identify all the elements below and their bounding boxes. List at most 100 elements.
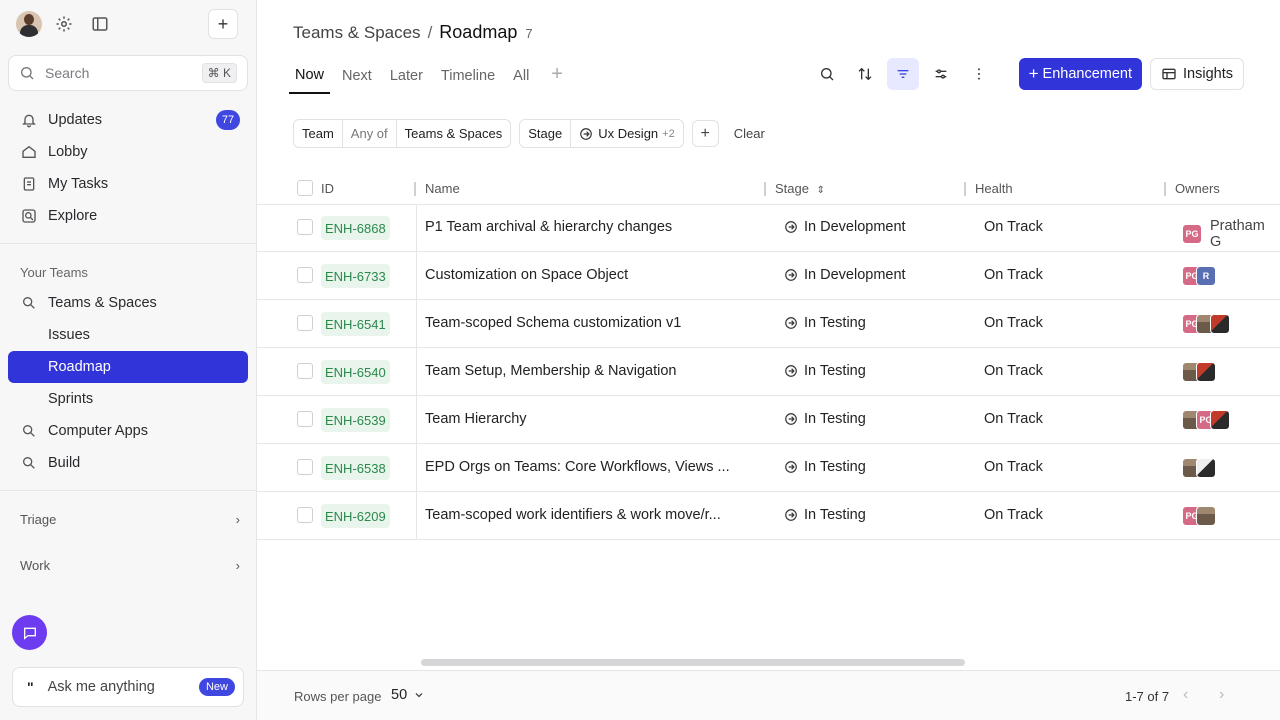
row-owners[interactable]: PG R [1182,266,1216,286]
row-health[interactable]: On Track [984,315,1043,331]
sidebar-item-computer-apps[interactable]: Computer Apps [8,415,248,447]
sort-icon[interactable] [849,58,881,90]
table-row[interactable]: ENH-6538 EPD Orgs on Teams: Core Workflo… [257,444,1280,492]
column-header-name[interactable]: Name [425,181,460,196]
tab-later[interactable]: Later [384,58,429,94]
next-page-button[interactable]: › [1219,686,1224,704]
user-avatar[interactable] [16,11,42,37]
table-row[interactable]: ENH-6209 Team-scoped work identifiers & … [257,492,1280,540]
row-stage[interactable]: In Development [784,219,906,235]
row-health[interactable]: On Track [984,507,1043,523]
table-row[interactable]: ENH-6539 Team Hierarchy In Testing On Tr… [257,396,1280,444]
row-stage[interactable]: In Testing [784,315,866,331]
tab-timeline[interactable]: Timeline [435,58,501,94]
tab-all[interactable]: All [507,58,535,94]
row-checkbox[interactable] [297,219,313,235]
sidebar-item-roadmap[interactable]: Roadmap [8,351,248,383]
column-resize-handle[interactable] [414,182,416,196]
row-health[interactable]: On Track [984,363,1043,379]
enhancement-id[interactable]: ENH-6868 [321,216,390,240]
column-header-health[interactable]: Health [975,181,1013,196]
settings-gear-icon[interactable] [50,10,78,38]
row-health[interactable]: On Track [984,459,1043,475]
column-header-owners[interactable]: Owners [1175,181,1220,196]
row-name[interactable]: Team-scoped Schema customization v1 [425,315,681,331]
select-all-checkbox[interactable] [297,180,313,196]
enhancement-id[interactable]: ENH-6539 [321,408,390,432]
table-row[interactable]: ENH-6733 Customization on Space Object I… [257,252,1280,300]
row-checkbox[interactable] [297,507,313,523]
column-header-id[interactable]: ID [321,181,334,196]
horizontal-scrollbar[interactable] [421,659,965,666]
team-filter-chip[interactable]: Team Any of Teams & Spaces [293,119,512,148]
row-health[interactable]: On Track [984,267,1043,283]
row-name[interactable]: Team Setup, Membership & Navigation [425,363,676,379]
enhancement-id[interactable]: ENH-6538 [321,456,390,480]
row-checkbox[interactable] [297,411,313,427]
sidebar-item-my-tasks[interactable]: My Tasks [8,168,248,200]
sidebar-item-updates[interactable]: Updates 77 [8,104,248,136]
column-header-stage[interactable]: Stage ⇕ [775,181,825,196]
rows-per-page-select[interactable]: 50 [391,687,425,703]
add-filter-button[interactable]: + [691,120,719,147]
add-view-button[interactable]: + [551,58,563,90]
row-stage[interactable]: In Testing [784,411,866,427]
tab-next[interactable]: Next [336,58,378,94]
enhancement-id[interactable]: ENH-6733 [321,264,390,288]
row-owners[interactable] [1182,362,1216,382]
column-resize-handle[interactable] [1164,182,1166,196]
enhancement-id[interactable]: ENH-6541 [321,312,390,336]
row-owners[interactable]: PG [1182,410,1230,430]
row-checkbox[interactable] [297,267,313,283]
table-row[interactable]: ENH-6541 Team-scoped Schema customizatio… [257,300,1280,348]
row-owners[interactable]: PG [1182,506,1216,526]
table-row[interactable]: ENH-6868 P1 Team archival & hierarchy ch… [257,204,1280,252]
table-row[interactable]: ENH-6540 Team Setup, Membership & Naviga… [257,348,1280,396]
row-health[interactable]: On Track [984,411,1043,427]
chat-button[interactable] [12,615,47,650]
breadcrumb-parent[interactable]: Teams & Spaces [293,23,421,43]
enhancement-id[interactable]: ENH-6209 [321,504,390,528]
enhancement-id[interactable]: ENH-6540 [321,360,390,384]
filter-value[interactable]: Ux Design +2 [571,120,683,147]
sidebar-section-work[interactable]: Work › [20,558,240,573]
column-resize-handle[interactable] [764,182,766,196]
row-stage[interactable]: In Testing [784,507,866,523]
row-health[interactable]: On Track [984,219,1043,235]
filter-operator[interactable]: Any of [343,120,397,147]
create-new-button[interactable]: + [208,9,238,39]
prev-page-button[interactable]: ‹ [1183,686,1188,704]
row-checkbox[interactable] [297,363,313,379]
sidebar-item-issues[interactable]: Issues [8,319,248,351]
search-input[interactable]: Search ⌘ K [8,55,248,91]
sidebar-item-lobby[interactable]: Lobby [8,136,248,168]
row-owners[interactable]: PG [1182,314,1230,334]
sidebar-item-sprints[interactable]: Sprints [8,383,248,415]
row-name[interactable]: EPD Orgs on Teams: Core Workflows, Views… [425,459,730,475]
sidebar-section-triage[interactable]: Triage › [20,512,240,527]
stage-filter-chip[interactable]: Stage Ux Design +2 [519,119,684,148]
row-name[interactable]: Team-scoped work identifiers & work move… [425,507,721,523]
sidebar-item-build[interactable]: Build [8,447,248,479]
filter-value[interactable]: Teams & Spaces [397,120,511,147]
more-options-icon[interactable] [963,58,995,90]
row-owners[interactable] [1182,458,1216,478]
row-name[interactable]: P1 Team archival & hierarchy changes [425,219,672,235]
row-name[interactable]: Team Hierarchy [425,411,527,427]
sidebar-item-explore[interactable]: Explore [8,200,248,232]
row-checkbox[interactable] [297,315,313,331]
row-owners[interactable]: PG Pratham G [1182,218,1280,250]
row-checkbox[interactable] [297,459,313,475]
search-icon[interactable] [811,58,843,90]
filter-icon[interactable] [886,58,919,90]
sidebar-toggle-icon[interactable] [86,10,114,38]
clear-filters-button[interactable]: Clear [734,126,765,141]
display-settings-icon[interactable] [925,58,957,90]
row-stage[interactable]: In Testing [784,459,866,475]
row-stage[interactable]: In Development [784,267,906,283]
row-name[interactable]: Customization on Space Object [425,267,628,283]
ask-ai-input[interactable]: " Ask me anything New [12,667,244,707]
column-resize-handle[interactable] [964,182,966,196]
new-enhancement-button[interactable]: + Enhancement [1018,58,1143,90]
row-stage[interactable]: In Testing [784,363,866,379]
